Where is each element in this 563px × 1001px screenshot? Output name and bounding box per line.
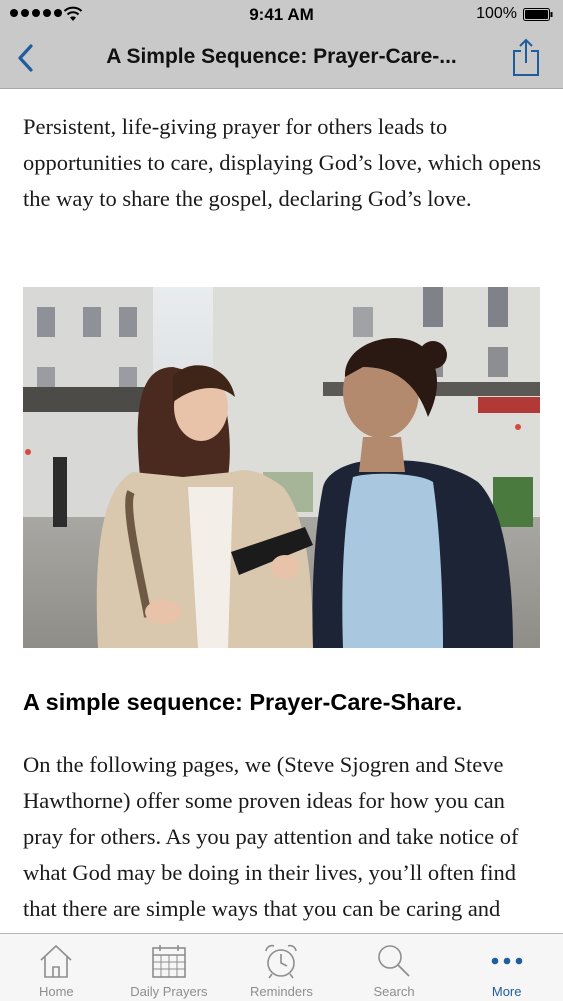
more-icon [491, 957, 522, 965]
search-icon [378, 945, 410, 977]
article-photo [23, 287, 540, 648]
alarm-clock-icon [265, 944, 298, 979]
intro-paragraph: Persistent, life-giving prayer for other… [23, 114, 542, 211]
tab-home-label: Home [38, 984, 74, 999]
tab-search-label: Search [373, 984, 415, 999]
body-paragraph: On the following pages, we (Steve Sjogre… [23, 752, 519, 933]
tab-reminders[interactable]: Reminders [225, 934, 338, 1001]
back-button[interactable] [10, 40, 40, 76]
tab-reminders-label: Reminders [250, 984, 313, 999]
tab-more-label: More [491, 984, 522, 999]
home-icon [40, 944, 72, 978]
battery-percentage: 100% [476, 5, 517, 22]
share-button[interactable] [511, 37, 541, 77]
tab-more[interactable]: More [450, 934, 563, 1001]
section-heading: A simple sequence: Prayer-Care-Share. [23, 689, 463, 715]
share-icon [513, 38, 539, 76]
tab-daily-prayers-label: Daily Prayers [130, 984, 208, 999]
article-content[interactable]: Persistent, life-giving prayer for other… [0, 89, 563, 933]
navigation-bar: A Simple Sequence: Prayer-Care-... [0, 30, 563, 89]
battery-icon [523, 8, 553, 21]
chevron-left-icon [18, 44, 33, 72]
status-bar: 9:41 AM 100% [0, 0, 563, 30]
tab-search[interactable]: Search [338, 934, 451, 1001]
tab-bar: Home Daily Prayers Reminders Search More [0, 933, 563, 1001]
tab-daily-prayers[interactable]: Daily Prayers [113, 934, 226, 1001]
calendar-icon [152, 945, 186, 978]
page-title: A Simple Sequence: Prayer-Care-... [106, 45, 457, 68]
tab-home[interactable]: Home [0, 934, 113, 1001]
